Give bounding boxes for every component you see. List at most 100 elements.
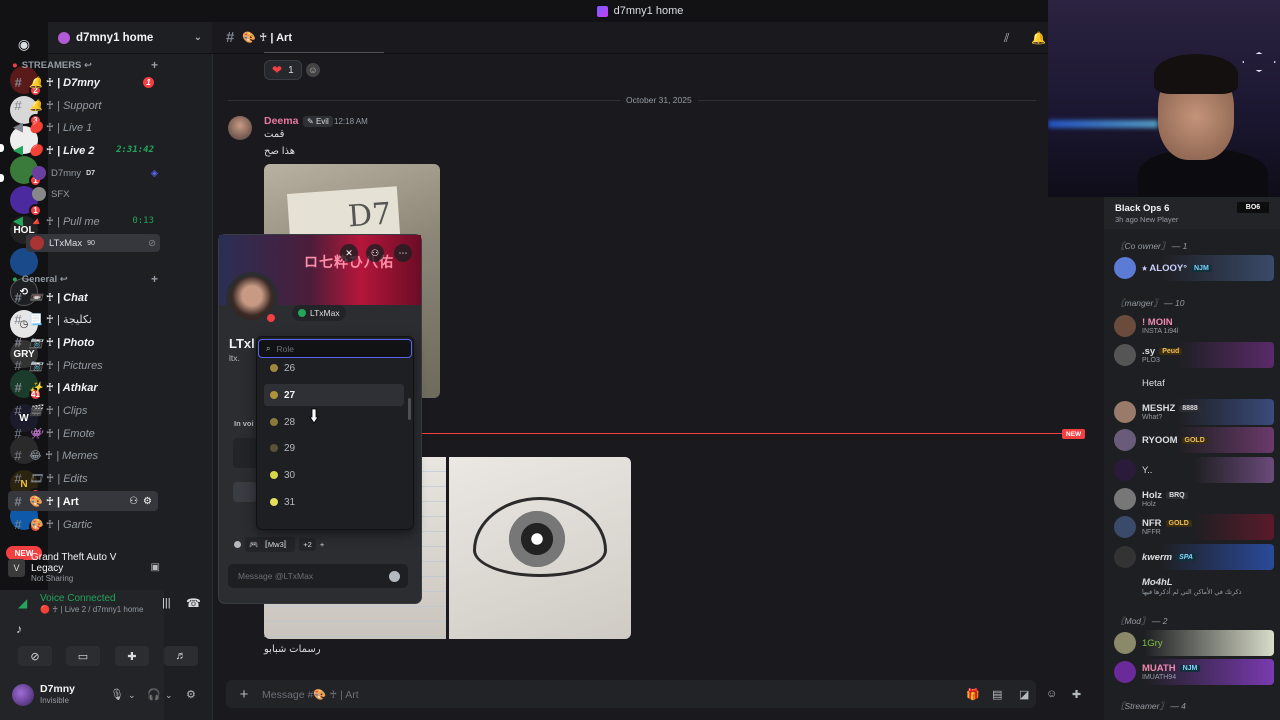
share-screen-button[interactable]: ▭ [66,646,100,666]
role-option[interactable]: 29 [264,437,404,459]
member-item[interactable]: Mo4hL ذكرتك في الأماكن التي لم أذكرها فيه… [1112,573,1274,599]
avatar[interactable] [228,116,252,140]
channel-gartic[interactable]: # 🎨 ♰ | Gartic [8,514,158,534]
role-option[interactable]: 27 [264,384,404,406]
voice-user-selected[interactable]: LTxMax 90 ⊘ [26,234,160,252]
guild-header[interactable]: d7mny1 home ⌄ [48,22,212,54]
invite-icon[interactable]: ⚇ [129,496,138,507]
soundboard-icon[interactable]: ♪ [16,622,22,636]
add-friend-icon[interactable]: ⚇ [366,244,384,262]
role-option[interactable]: 31 [264,491,404,513]
bell-icon[interactable]: 🔔 [1031,31,1046,45]
role-search-field[interactable]: ⌕ [258,339,412,358]
disconnect-icon[interactable]: ☎ [186,596,201,610]
channel-d7mny[interactable]: # 🔔 ♰ | D7mny 1 [8,72,158,92]
soundboard-button[interactable]: ♬ [164,646,198,666]
voice-user[interactable]: D7mny D7 ◈ [32,164,158,182]
dropdown-scrollbar[interactable] [408,398,411,420]
member-item[interactable]: RYOOM GOLD [1112,427,1274,453]
add-role-icon[interactable]: + [320,540,324,549]
member-item[interactable]: kwerm SPA [1112,544,1274,570]
member-item[interactable]: NFR GOLD NFFR [1112,514,1274,540]
headphones-icon[interactable]: 🎧 [147,688,161,701]
apps-icon[interactable]: ✚ [1072,688,1081,701]
channel-edits[interactable]: # 🎞 ♰ | Edits [8,468,158,488]
voice-card[interactable] [233,438,257,468]
gift-icon[interactable]: 🎁 [966,688,980,701]
more-roles-chip[interactable]: +2 [299,538,316,551]
voice-user[interactable]: SFX [32,185,158,203]
avatar [30,236,44,250]
message-text: قمت [264,129,285,140]
discord-home-icon[interactable]: ◉ [10,30,38,58]
unread-pill [0,174,4,182]
threads-icon[interactable]: ⫽ [1004,31,1009,46]
popout-message-input[interactable]: Message @LTxMax [228,564,408,588]
role-option[interactable]: 26 [264,357,404,379]
activity-game[interactable]: V Grand Theft Auto V Legacy Not Sharing … [8,552,160,583]
add-reaction-icon[interactable]: ☺ [306,63,320,77]
voice-connected-label[interactable]: Voice Connected [40,593,116,604]
gear-icon[interactable]: ⚙ [186,688,196,701]
member-item[interactable]: 1Gry [1112,630,1274,656]
chevron-down-icon[interactable]: ⌄ [128,690,136,701]
now-playing-sub: 3h ago New Player [1115,215,1179,224]
avatar[interactable] [12,684,34,706]
channel-athkar[interactable]: # ✨ ♰ | Athkar [8,377,158,397]
chevron-down-icon: ⌄ [193,32,202,43]
channel-pictures[interactable]: # 📷 ♰ | Pictures [8,355,158,375]
attachment-image-eye[interactable] [449,457,631,639]
channel-emote[interactable]: # 👾 ♰ | Emote [8,423,158,443]
avatar [1114,488,1136,510]
unread-pill [0,144,4,152]
hash-icon: # [14,357,22,373]
message-author[interactable]: Deema [264,115,298,127]
member-item[interactable]: ! MOIN INSTA 1i94l [1112,313,1274,339]
channel-pull-me[interactable]: ◀ 🔺 ♰ | Pull me 0:13 [8,211,158,231]
more-icon[interactable]: ⋯ [394,244,412,262]
channel-art[interactable]: # 🎨 ♰ | Art ⚇ ⚙ [8,491,158,511]
chevron-down-icon[interactable]: ⌄ [165,690,173,701]
category-general[interactable]: ● General ↩ + [12,272,158,286]
sticker-icon[interactable]: ◪ [1019,688,1029,701]
member-item[interactable]: .sy Peud PLO3 [1112,342,1274,368]
reaction-heart[interactable]: ❤ 1 [264,60,302,80]
channel-live-2[interactable]: ◀ 🔴 ♰ | Live 2 2:31:42 [8,140,158,160]
emoji-icon[interactable] [389,570,400,582]
channel-clips[interactable]: # 🎬 ♰ | Clips [8,400,158,420]
close-icon[interactable]: ✕ [340,244,358,262]
gear-icon[interactable]: ⚙ [143,496,152,507]
member-item[interactable]: Hetaf [1112,370,1274,396]
channel-chat[interactable]: # 📼 ♰ | Chat [8,287,158,307]
add-channel-icon[interactable]: + [151,272,158,286]
join-voice-button[interactable] [233,482,257,502]
member-item[interactable]: MUATH NJM IMUATH94 [1112,659,1274,685]
add-attachment-icon[interactable]: + [236,686,252,703]
member-item[interactable]: Holz BRQ Holz [1112,486,1274,512]
channel-header: # 🎨 ♰ | Art [212,22,1048,54]
noise-suppression-icon[interactable]: ||| [162,597,171,609]
add-channel-icon[interactable]: + [151,58,158,72]
emoji-icon[interactable]: ☺ [1046,688,1057,700]
camera-off-button[interactable]: ⊘ [18,646,52,666]
role-search-input[interactable] [276,343,397,354]
channel-arabic[interactable]: # 📃 ♰ | نكليجة [8,309,158,329]
gif-icon[interactable]: ▤ [992,688,1002,701]
member-item[interactable]: ⭑ ALOOY° NJM [1112,255,1274,281]
member-item[interactable]: MESHZ 8888 What? [1112,399,1274,425]
hash-icon: # [14,334,22,350]
role-option[interactable]: 28 [264,411,404,433]
activities-button[interactable]: ✚ [115,646,149,666]
channel-memes[interactable]: # 😂 ♰ | Memes [8,445,158,465]
category-streamers[interactable]: ● STREAMERS ↩ + [12,58,158,72]
user-name[interactable]: D7mny [40,683,75,695]
member-item[interactable]: Y.. [1112,457,1274,483]
microphone-icon[interactable]: 🎙 [110,688,124,701]
role-option[interactable]: 30 [264,464,404,486]
message-composer[interactable]: + Message #🎨 ♰ | Art [226,680,1036,708]
channel-photo[interactable]: # 📷 ♰ | Photo [8,332,158,352]
channel-support[interactable]: # 🔔 ♰ | Support [8,95,158,115]
online-dot-icon [298,309,306,317]
screen-share-icon[interactable]: ▣ [151,562,160,573]
channel-live-1[interactable]: ◀ 🔴 ♰ | Live 1 [8,117,158,137]
